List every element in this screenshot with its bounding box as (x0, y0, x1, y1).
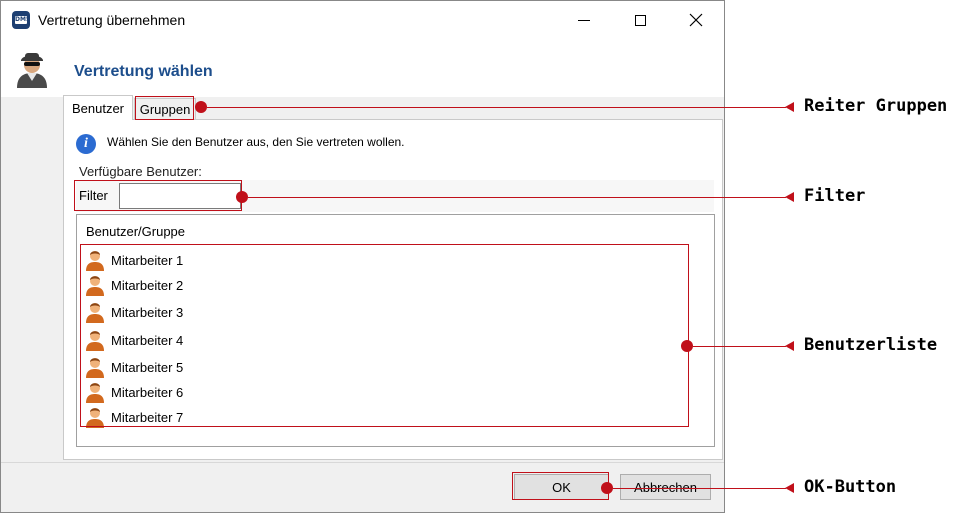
cancel-button[interactable]: Abbrechen (620, 474, 711, 500)
list-item-label: Mitarbeiter 2 (111, 277, 184, 293)
tab-panel: i Wählen Sie den Benutzer aus, den Sie v… (63, 119, 723, 460)
callout-label: Filter (804, 186, 866, 206)
dialog-window: DMS Vertretung übernehmen Vertretung wäh… (0, 0, 725, 513)
callout-line (207, 107, 786, 108)
callout-label: Benutzerliste (804, 335, 938, 355)
minimize-button[interactable] (556, 1, 612, 39)
info-text: Wählen Sie den Benutzer aus, den Sie ver… (107, 135, 405, 149)
callout-line (613, 488, 786, 489)
window-title: Vertretung übernehmen (38, 12, 186, 28)
agent-icon (17, 53, 47, 88)
maximize-button[interactable] (612, 1, 668, 39)
list-item-label: Mitarbeiter 1 (111, 252, 184, 268)
list-item-label: Mitarbeiter 6 (111, 384, 184, 400)
filter-input[interactable] (119, 183, 241, 209)
list-item[interactable]: Mitarbeiter 3 (85, 300, 285, 324)
tab-benutzer[interactable]: Benutzer (63, 95, 133, 120)
footer-divider (1, 462, 724, 463)
callout-line (693, 346, 786, 347)
callout-arrow-icon (785, 483, 794, 493)
callout-dot (601, 482, 613, 494)
user-icon (86, 383, 104, 403)
dialog-header: Vertretung wählen (1, 39, 724, 97)
ok-button[interactable]: OK (514, 474, 609, 500)
user-icon (86, 276, 104, 296)
user-list[interactable]: Benutzer/Gruppe Mitarbeiter 1 Mitarbeite… (76, 214, 715, 447)
callout-dot (681, 340, 693, 352)
close-button[interactable] (668, 1, 724, 39)
list-column-header[interactable]: Benutzer/Gruppe (86, 224, 185, 239)
list-item[interactable]: Mitarbeiter 4 (85, 328, 285, 352)
callout-arrow-icon (785, 102, 794, 112)
list-item[interactable]: Mitarbeiter 2 (85, 273, 285, 297)
list-item[interactable]: Mitarbeiter 5 (85, 355, 285, 379)
callout-label: Reiter Gruppen (804, 96, 948, 116)
callout-arrow-icon (785, 341, 794, 351)
user-icon (86, 408, 104, 428)
callout-label: OK-Button (804, 477, 897, 497)
list-item[interactable]: Mitarbeiter 7 (85, 405, 285, 429)
user-icon (86, 331, 104, 351)
list-item[interactable]: Mitarbeiter 1 (85, 248, 285, 272)
list-item-label: Mitarbeiter 7 (111, 409, 184, 425)
available-users-label: Verfügbare Benutzer: (79, 164, 202, 179)
list-item-label: Mitarbeiter 5 (111, 359, 184, 375)
tab-gruppen[interactable]: Gruppen (134, 98, 196, 120)
app-icon-label: DMS (15, 16, 31, 24)
user-icon (86, 303, 104, 323)
callout-arrow-icon (785, 192, 794, 202)
maximize-icon (634, 14, 646, 26)
callout-dot (236, 191, 248, 203)
callout-line (248, 197, 786, 198)
filter-bar: Filter (76, 180, 714, 212)
dialog-heading: Vertretung wählen (74, 63, 213, 80)
app-icon: DMS (12, 11, 30, 29)
callout-dot (195, 101, 207, 113)
filter-label: Filter (79, 188, 108, 203)
list-item[interactable]: Mitarbeiter 6 (85, 380, 285, 404)
user-icon (86, 358, 104, 378)
list-item-label: Mitarbeiter 4 (111, 332, 184, 348)
close-icon (689, 13, 703, 27)
list-item-label: Mitarbeiter 3 (111, 304, 184, 320)
user-icon (86, 251, 104, 271)
title-bar[interactable]: DMS Vertretung übernehmen (1, 1, 724, 39)
minimize-icon (578, 19, 590, 21)
info-icon: i (76, 134, 96, 154)
